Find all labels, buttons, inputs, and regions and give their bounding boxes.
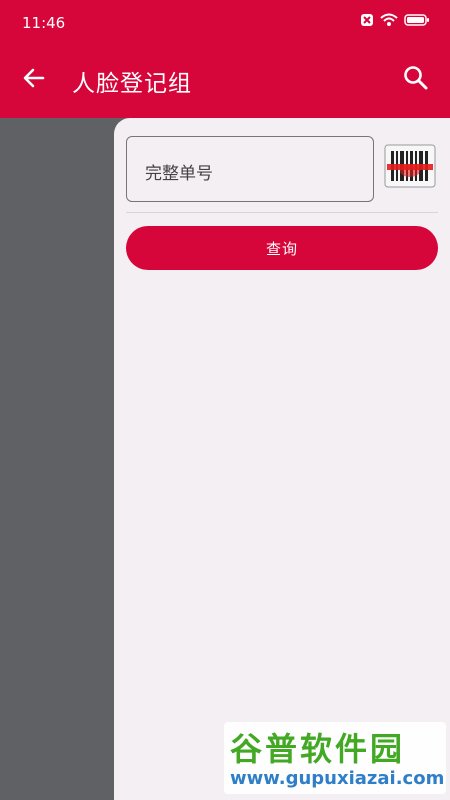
watermark-title: 谷普软件园 xyxy=(230,730,406,768)
barcode-scan-icon xyxy=(384,144,436,188)
content-panel: 完整单号 查询 xyxy=(114,118,450,800)
status-time: 11:46 xyxy=(22,14,66,32)
page-title: 人脸登记组 xyxy=(72,71,192,97)
left-pane xyxy=(0,118,114,800)
search-icon xyxy=(404,66,428,90)
watermark-url: www.gupuxiazai.com xyxy=(230,768,445,789)
divider xyxy=(126,212,438,213)
app-bar: 11:46 人脸登记组 xyxy=(0,0,450,118)
watermark-logo: 谷普软件园 www.gupuxiazai.com xyxy=(224,722,446,794)
back-button[interactable] xyxy=(18,62,50,94)
search-button[interactable] xyxy=(400,62,432,94)
notification-icon xyxy=(361,14,373,26)
battery-icon xyxy=(404,14,429,26)
barcode-scan-button[interactable] xyxy=(384,144,436,188)
status-icons xyxy=(360,13,430,27)
arrow-left-icon xyxy=(23,68,45,88)
query-button[interactable]: 查询 xyxy=(126,226,438,270)
order-number-input[interactable]: 完整单号 xyxy=(126,136,374,202)
wifi-icon xyxy=(380,13,398,26)
order-number-placeholder: 完整单号 xyxy=(145,164,213,184)
